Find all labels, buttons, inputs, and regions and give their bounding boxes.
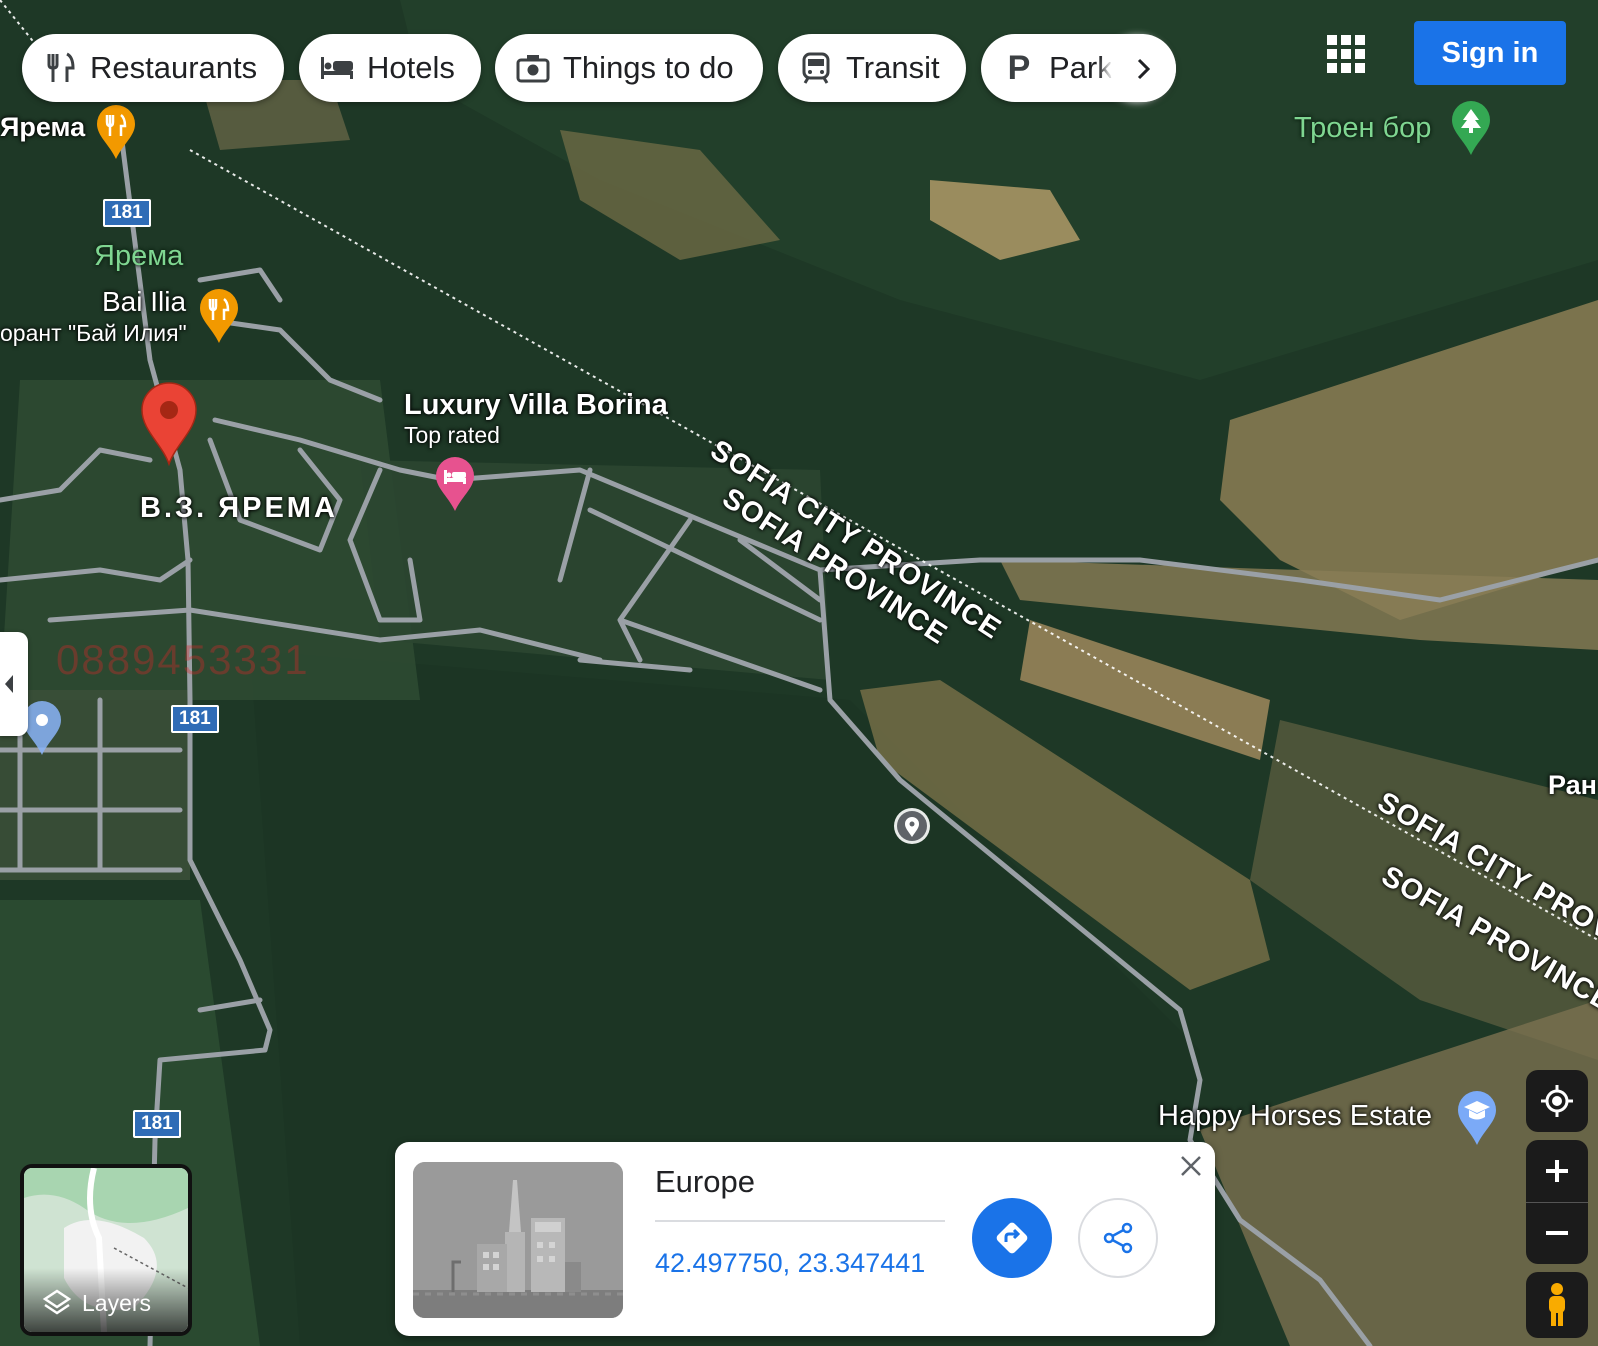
route-shield: 181: [171, 705, 219, 733]
share-button[interactable]: [1078, 1198, 1158, 1278]
chip-label: Restaurants: [90, 50, 258, 85]
parking-icon: P: [1007, 48, 1031, 87]
place-label-happy-horses[interactable]: Happy Horses Estate: [1158, 1100, 1432, 1133]
restaurant-marker[interactable]: [95, 104, 137, 160]
park-label-troen-bor[interactable]: Троен бор: [1294, 112, 1431, 145]
chip-transit[interactable]: Transit: [778, 34, 966, 102]
route-shield: 181: [103, 199, 151, 227]
collapse-panel-button[interactable]: [0, 632, 28, 736]
hotel-sublabel: Top rated: [404, 422, 500, 448]
chevron-right-icon: [1137, 58, 1151, 80]
directions-button[interactable]: [972, 1198, 1052, 1278]
close-icon: [1181, 1156, 1201, 1176]
chip-label: Things to do: [563, 50, 734, 85]
directions-icon: [996, 1222, 1028, 1254]
place-info-card: Europe 42.497750, 23.347441: [395, 1142, 1215, 1336]
restaurant-label-bai-ilia[interactable]: Bai Ilia: [102, 286, 186, 318]
area-label-vz-yarema: В.З. ЯРЕМА: [140, 492, 338, 524]
chip-things-to-do[interactable]: Things to do: [495, 34, 763, 102]
sign-in-button[interactable]: Sign in: [1414, 21, 1566, 85]
plus-icon: [1546, 1160, 1568, 1182]
place-label-yarema[interactable]: Ярема: [0, 112, 85, 143]
chip-label: Hotels: [367, 50, 455, 85]
my-location-button[interactable]: [1526, 1070, 1588, 1132]
education-marker[interactable]: [1456, 1090, 1498, 1146]
chip-label: Transit: [846, 50, 940, 85]
layers-button[interactable]: Layers: [20, 1164, 192, 1336]
chips-scroll-right-button[interactable]: [1110, 36, 1176, 102]
train-icon: [798, 50, 834, 86]
place-label-yarema-green[interactable]: Ярема: [94, 240, 183, 273]
crosshair-icon: [1541, 1085, 1573, 1117]
card-divider: [655, 1220, 945, 1222]
bed-icon: [319, 50, 355, 86]
minus-icon: [1546, 1231, 1568, 1235]
camera-icon: [515, 50, 551, 86]
generic-place-marker[interactable]: [892, 806, 932, 846]
chip-restaurants[interactable]: Restaurants: [22, 34, 284, 102]
restaurant-sublabel: орант "Бай Илия": [0, 320, 187, 346]
zoom-controls: [1526, 1140, 1588, 1264]
chevron-left-icon: [5, 675, 13, 693]
fork-knife-icon: [42, 50, 78, 86]
pegman-icon: [1549, 1283, 1565, 1326]
street-view-pegman[interactable]: [1526, 1272, 1588, 1338]
share-icon: [1103, 1222, 1133, 1254]
route-shield: 181: [133, 1110, 181, 1138]
apps-grid-icon[interactable]: [1326, 34, 1366, 74]
layers-label: Layers: [82, 1289, 152, 1316]
coordinates-text[interactable]: 42.497750, 23.347441: [655, 1248, 925, 1279]
place-thumbnail[interactable]: [413, 1162, 623, 1318]
watermark-text: 0889453331: [56, 636, 310, 683]
selected-location-pin[interactable]: [140, 382, 198, 466]
park-marker[interactable]: [1450, 100, 1492, 156]
restaurant-marker[interactable]: [198, 288, 240, 344]
chip-label: Park: [1049, 50, 1113, 85]
place-title: Europe: [655, 1164, 755, 1199]
hotel-label-villa[interactable]: Luxury Villa Borina: [404, 389, 668, 422]
hotel-marker[interactable]: [434, 456, 476, 512]
place-label-ran: Ран: [1548, 770, 1597, 800]
close-card-button[interactable]: [1175, 1150, 1207, 1182]
layers-icon: [42, 1289, 72, 1315]
chip-hotels[interactable]: Hotels: [299, 34, 481, 102]
city-illustration-icon: [413, 1162, 623, 1318]
zoom-out-button[interactable]: [1526, 1203, 1588, 1264]
zoom-in-button[interactable]: [1526, 1141, 1588, 1203]
